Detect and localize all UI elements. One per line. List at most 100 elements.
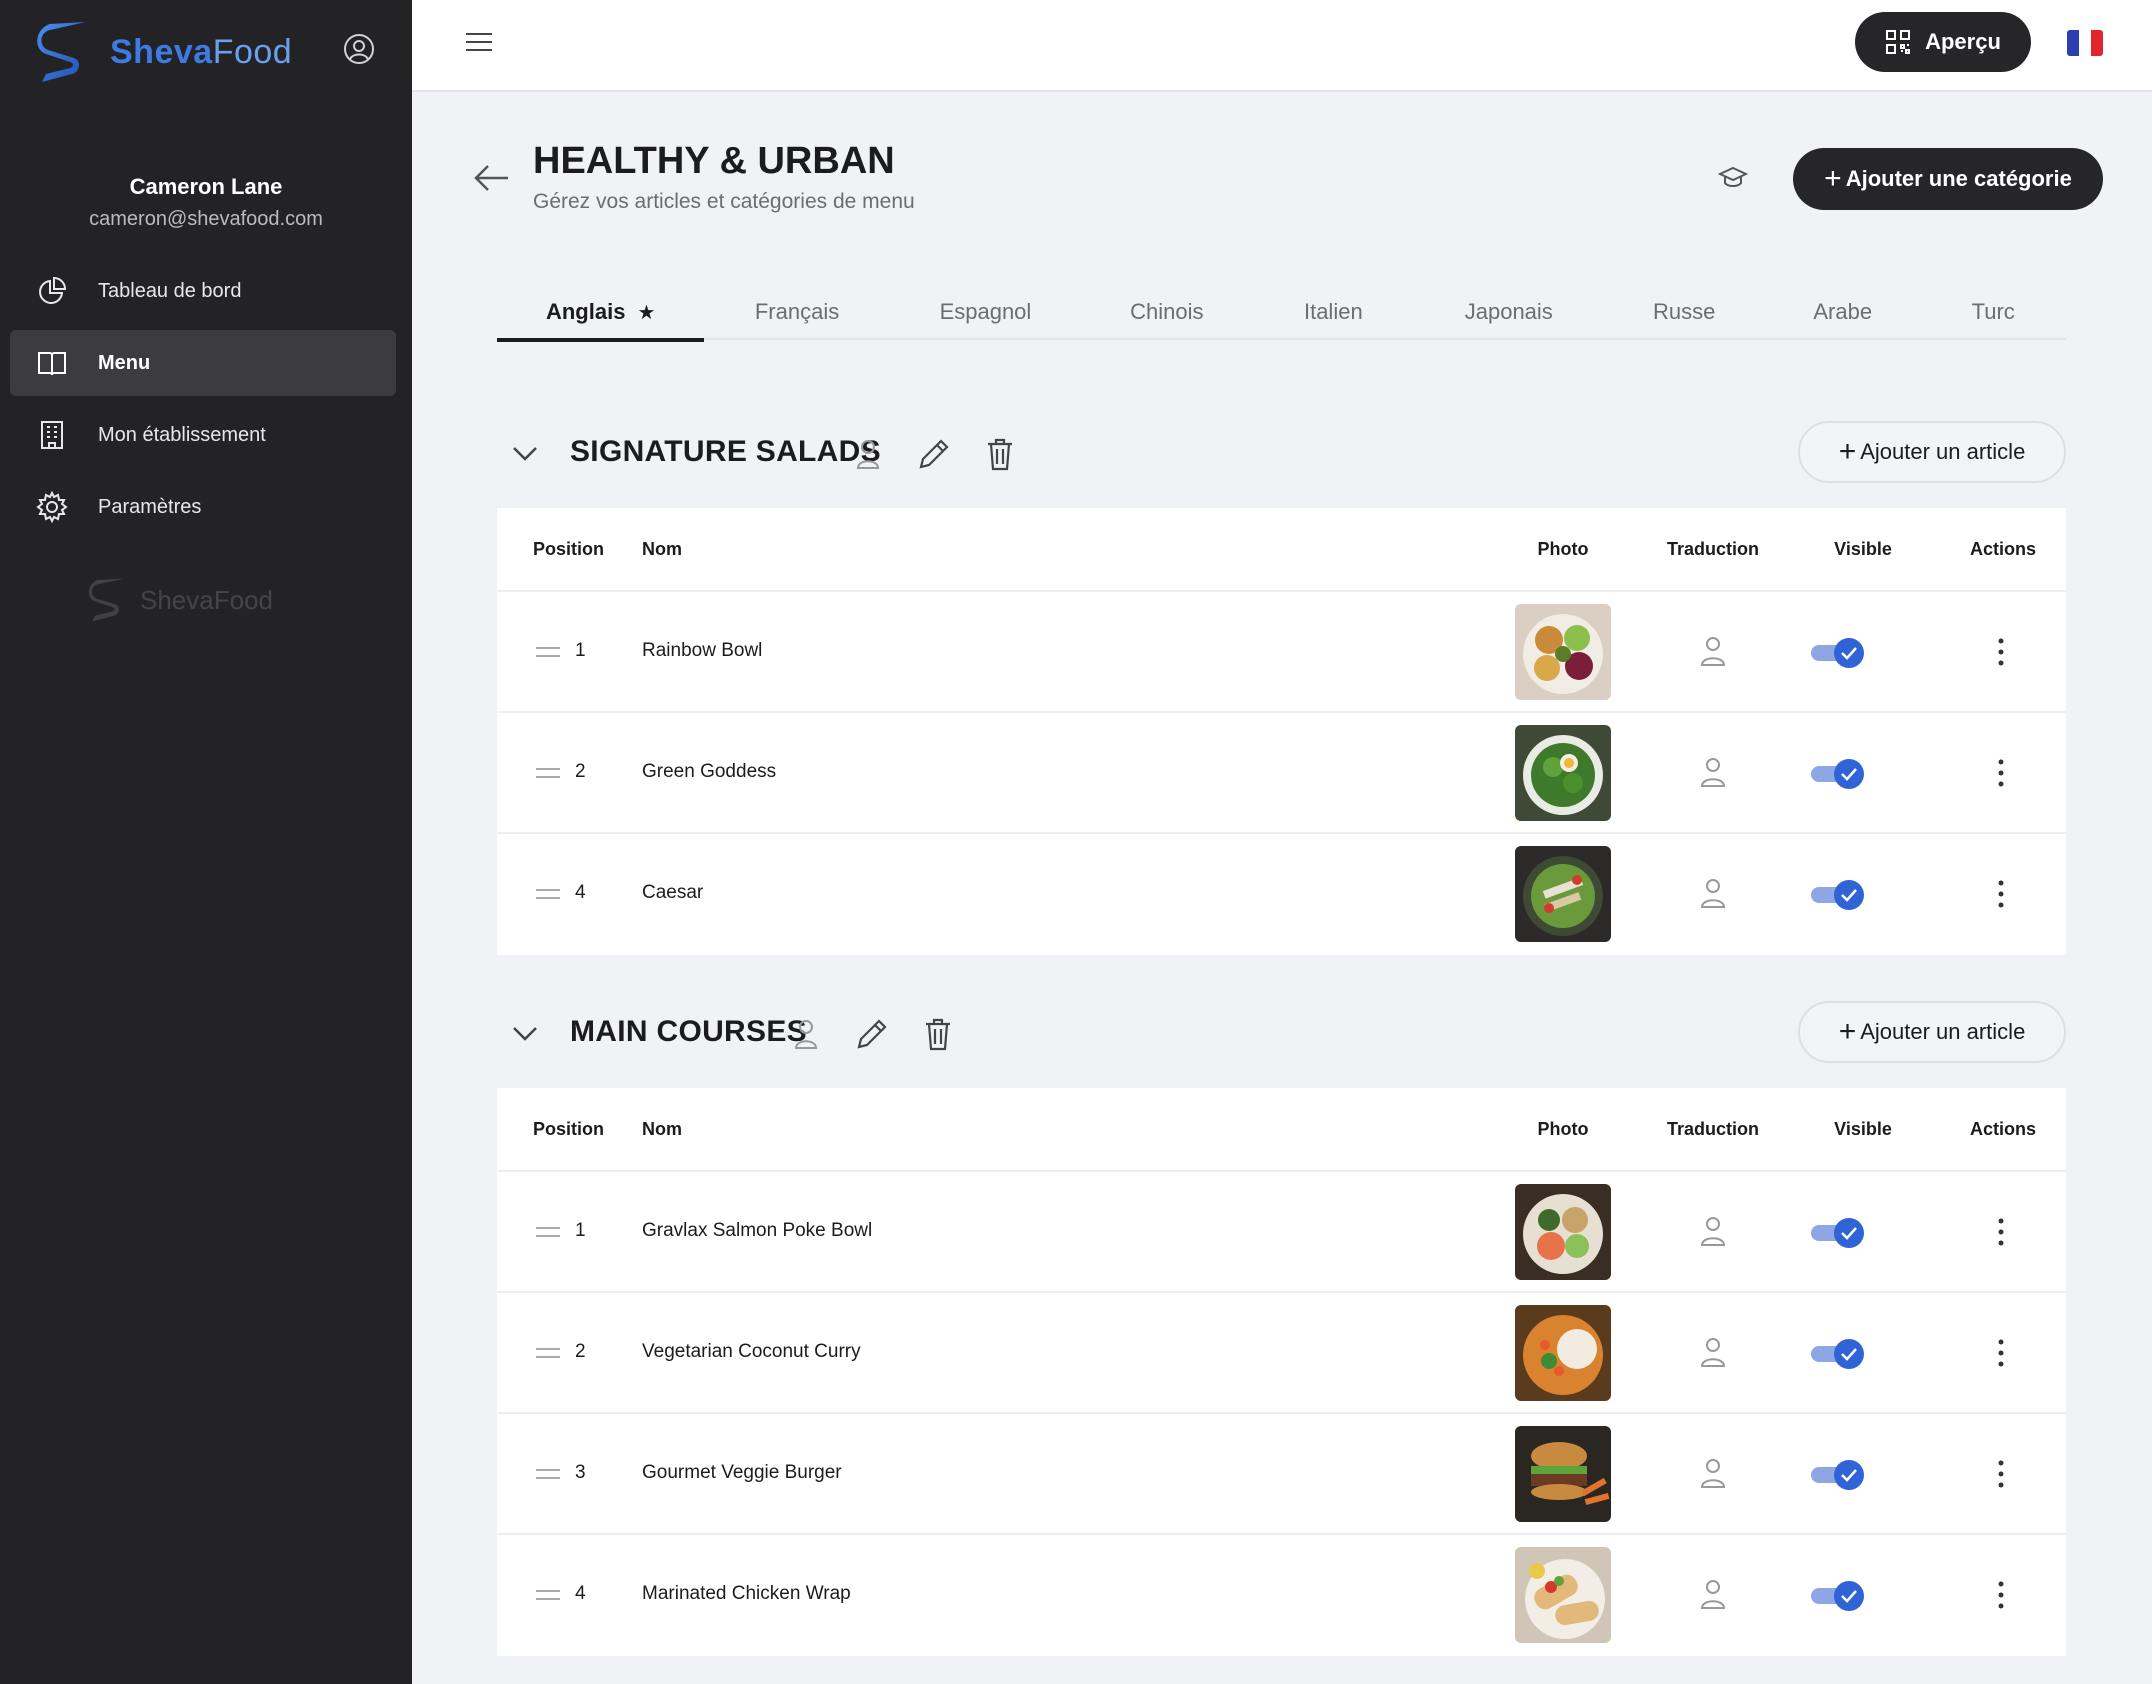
category-header: MAIN COURSES + Ajouter un article: [497, 1001, 2066, 1065]
add-category-button[interactable]: + Ajouter une catégorie: [1793, 148, 2103, 210]
drag-handle-icon[interactable]: [535, 765, 561, 781]
item-photo[interactable]: [1515, 1426, 1611, 1522]
drag-handle-icon[interactable]: [535, 1466, 561, 1482]
column-header-actions: Actions: [1969, 1118, 2036, 1139]
item-position: 2: [575, 1341, 586, 1362]
page-title: HEALTHY & URBAN: [533, 140, 895, 182]
person-icon[interactable]: [855, 437, 881, 471]
drag-handle-icon[interactable]: [535, 1345, 561, 1361]
item-photo[interactable]: [1515, 1184, 1611, 1280]
add-article-button[interactable]: + Ajouter un article: [1798, 421, 2066, 483]
back-arrow-icon[interactable]: [472, 162, 510, 194]
column-header-actions: Actions: [1969, 538, 2036, 559]
person-icon[interactable]: [1698, 1335, 1728, 1369]
sidebar-item-label: Mon établissement: [98, 423, 266, 446]
person-icon[interactable]: [1698, 1456, 1728, 1490]
person-icon[interactable]: [1698, 876, 1728, 910]
tab-label: Turc: [1971, 299, 2015, 324]
chevron-down-icon[interactable]: [511, 1019, 539, 1047]
tab-anglais[interactable]: Anglais ★: [497, 284, 705, 342]
item-photo[interactable]: [1515, 604, 1611, 700]
tab-russe[interactable]: Russe: [1603, 284, 1764, 340]
tab-turc[interactable]: Turc: [1920, 284, 2066, 340]
edit-pencil-icon[interactable]: [917, 437, 949, 471]
add-article-label: Ajouter un article: [1860, 1019, 2026, 1044]
item-name: Vegetarian Coconut Curry: [642, 1341, 861, 1362]
more-vertical-icon[interactable]: [1989, 1458, 2013, 1490]
tab-espagnol[interactable]: Espagnol: [890, 284, 1081, 340]
sheva-logo-icon: [37, 22, 86, 82]
table-row[interactable]: 4 Caesar: [497, 834, 2066, 955]
graduation-cap-icon[interactable]: [1718, 162, 1748, 192]
item-photo[interactable]: [1515, 1547, 1611, 1643]
drag-handle-icon[interactable]: [535, 644, 561, 660]
item-name: Green Goddess: [642, 761, 777, 782]
tab-italien[interactable]: Italien: [1253, 284, 1414, 340]
visibility-toggle[interactable]: [1809, 1216, 1865, 1250]
tab-arabe[interactable]: Arabe: [1765, 284, 1921, 340]
item-photo[interactable]: [1515, 846, 1611, 942]
add-article-button[interactable]: + Ajouter un article: [1798, 1001, 2066, 1063]
column-header-name: Nom: [642, 1118, 682, 1139]
edit-pencil-icon[interactable]: [855, 1017, 887, 1051]
visibility-toggle[interactable]: [1809, 757, 1865, 791]
item-name: Gourmet Veggie Burger: [642, 1462, 842, 1483]
plus-icon: +: [1838, 435, 1857, 468]
table-row[interactable]: 4 Marinated Chicken Wrap: [497, 1535, 2066, 1656]
more-vertical-icon[interactable]: [1989, 878, 2013, 910]
more-vertical-icon[interactable]: [1989, 636, 2013, 668]
visibility-toggle[interactable]: [1809, 1337, 1865, 1371]
visibility-toggle[interactable]: [1809, 1579, 1865, 1613]
add-article-label: Ajouter un article: [1860, 439, 2026, 464]
drag-handle-icon[interactable]: [535, 886, 561, 902]
more-vertical-icon[interactable]: [1989, 1579, 2013, 1611]
preview-button[interactable]: Aperçu: [1855, 12, 2031, 72]
brand-name-part1: Sheva: [110, 32, 213, 71]
person-icon[interactable]: [793, 1017, 819, 1051]
table-row[interactable]: 3 Gourmet Veggie Burger: [497, 1414, 2066, 1535]
person-icon[interactable]: [1698, 1577, 1728, 1611]
tab-japonais[interactable]: Japonais: [1414, 284, 1603, 340]
book-icon: [38, 352, 66, 376]
sidebar-item-menu[interactable]: Menu: [10, 330, 396, 396]
more-vertical-icon[interactable]: [1989, 1337, 2013, 1369]
person-icon[interactable]: [1698, 755, 1728, 789]
person-icon[interactable]: [1698, 1214, 1728, 1248]
sidebar-item-label: Tableau de bord: [98, 279, 242, 302]
more-vertical-icon[interactable]: [1989, 757, 2013, 789]
item-photo[interactable]: [1515, 1305, 1611, 1401]
sidebar-item-establishment[interactable]: Mon établissement: [10, 402, 396, 468]
drag-handle-icon[interactable]: [535, 1224, 561, 1240]
account-icon[interactable]: [342, 32, 376, 66]
table-row[interactable]: 1 Gravlax Salmon Poke Bowl: [497, 1172, 2066, 1293]
visibility-toggle[interactable]: [1809, 636, 1865, 670]
visibility-toggle[interactable]: [1809, 1458, 1865, 1492]
sheva-logo-icon: [88, 578, 124, 622]
column-header-translation: Traduction: [1666, 538, 1759, 559]
sidebar-watermark-logo: ShevaFood: [88, 574, 273, 626]
sidebar-item-label: Menu: [98, 351, 151, 374]
person-icon[interactable]: [1698, 634, 1728, 668]
sidebar-item-dashboard[interactable]: Tableau de bord: [10, 258, 396, 324]
table-row[interactable]: 2 Green Goddess: [497, 713, 2066, 834]
trash-icon[interactable]: [984, 437, 1016, 471]
drag-handle-icon[interactable]: [535, 1587, 561, 1603]
sidebar-item-label: Paramètres: [98, 495, 202, 518]
column-header-position: Position: [533, 538, 604, 559]
chevron-down-icon[interactable]: [511, 439, 539, 467]
visibility-toggle[interactable]: [1809, 878, 1865, 912]
trash-icon[interactable]: [922, 1017, 954, 1051]
more-vertical-icon[interactable]: [1989, 1216, 2013, 1248]
table-row[interactable]: 2 Vegetarian Coconut Curry: [497, 1293, 2066, 1414]
brand-logo[interactable]: ShevaFood: [36, 16, 292, 88]
item-photo[interactable]: [1515, 725, 1611, 821]
category-title: MAIN COURSES: [570, 1015, 807, 1048]
brand-name: ShevaFood: [110, 33, 292, 72]
sidebar-item-settings[interactable]: Paramètres: [10, 474, 396, 540]
french-flag-icon[interactable]: [2067, 30, 2103, 56]
sidebar-nav: Tableau de bord Menu Mon établissement P…: [10, 258, 396, 546]
table-row[interactable]: 1 Rainbow Bowl: [497, 592, 2066, 713]
tab-francais[interactable]: Français: [704, 284, 889, 340]
tab-chinois[interactable]: Chinois: [1081, 284, 1252, 340]
hamburger-menu-icon[interactable]: [464, 28, 494, 56]
